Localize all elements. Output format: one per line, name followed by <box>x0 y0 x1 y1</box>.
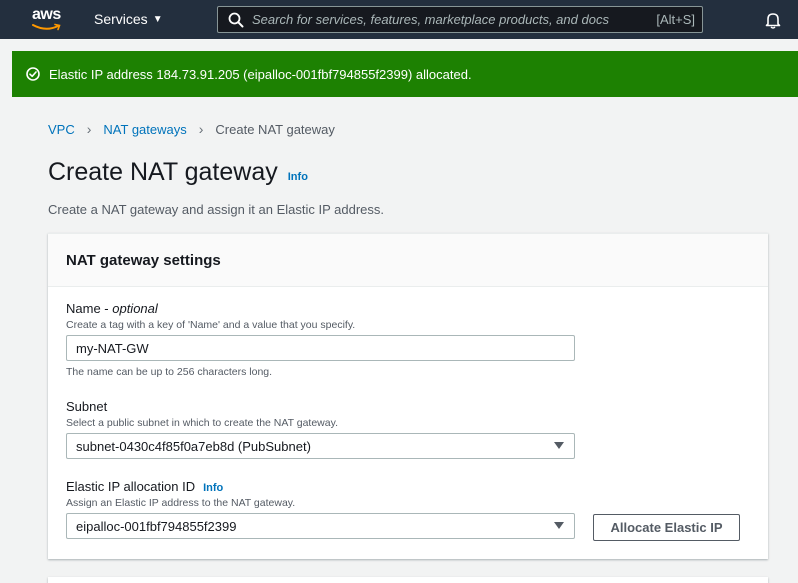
elastic-ip-info-link[interactable]: Info <box>203 482 223 494</box>
subnet-select[interactable]: subnet-0430c4f85f0a7eb8d (PubSubnet) <box>66 433 575 459</box>
services-label: Services <box>94 11 148 27</box>
name-field: Name - optional Create a tag with a key … <box>66 301 575 378</box>
name-label: Name - optional <box>66 301 158 316</box>
elastic-ip-select-value: eipalloc-001fbf794855f2399 <box>76 518 237 534</box>
panel-heading: NAT gateway settings <box>66 251 221 269</box>
name-hint: Create a tag with a key of 'Name' and a … <box>66 319 356 331</box>
aws-logo[interactable]: aws <box>32 6 66 33</box>
search-shortcut: [Alt+S] <box>656 12 695 27</box>
page-header: Create NAT gateway Info <box>48 158 308 187</box>
breadcrumb: VPC › NAT gateways › Create NAT gateway <box>48 121 335 137</box>
subnet-label: Subnet <box>66 399 108 414</box>
subnet-field: Subnet Select a public subnet in which t… <box>66 399 575 459</box>
elastic-ip-hint: Assign an Elastic IP address to the NAT … <box>66 497 296 509</box>
services-menu[interactable]: Services ▼ <box>94 11 163 27</box>
name-input-value: my-NAT-GW <box>76 340 149 356</box>
bell-icon[interactable] <box>764 11 782 29</box>
aws-smile-icon <box>32 23 61 31</box>
panel-header: NAT gateway settings <box>48 234 768 287</box>
check-circle-icon <box>26 67 40 81</box>
breadcrumb-current: Create NAT gateway <box>215 121 335 137</box>
success-flash-banner: Elastic IP address 184.73.91.205 (eipall… <box>12 51 798 97</box>
elastic-ip-select[interactable]: eipalloc-001fbf794855f2399 <box>66 513 575 539</box>
breadcrumb-vpc[interactable]: VPC <box>48 122 75 137</box>
name-constraint: The name can be up to 256 characters lon… <box>66 366 273 378</box>
elastic-ip-label: Elastic IP allocation ID Info <box>66 479 224 494</box>
aws-logo-text: aws <box>32 6 61 23</box>
elastic-ip-field: Elastic IP allocation ID Info Assign an E… <box>66 479 575 539</box>
dropdown-caret-icon <box>554 522 564 529</box>
search-icon <box>228 12 244 27</box>
page-title: Create NAT gateway <box>48 158 278 186</box>
optional-label: optional <box>112 301 158 316</box>
page-info-link[interactable]: Info <box>288 171 308 183</box>
nat-gateway-settings-panel: NAT gateway settings Name - optional Cre… <box>48 233 768 559</box>
subnet-hint: Select a public subnet in which to creat… <box>66 417 338 429</box>
search-placeholder: Search for services, features, marketpla… <box>252 12 609 27</box>
name-input[interactable]: my-NAT-GW <box>66 335 575 361</box>
chevron-right-icon: › <box>198 121 204 137</box>
chevron-right-icon: › <box>86 121 92 137</box>
top-navigation: aws Services ▼ Search for services, feat… <box>0 0 798 39</box>
page-description: Create a NAT gateway and assign it an El… <box>48 202 385 217</box>
next-panel-edge <box>48 577 768 583</box>
search-input[interactable]: Search for services, features, marketpla… <box>217 6 703 33</box>
flash-message: Elastic IP address 184.73.91.205 (eipall… <box>49 66 472 82</box>
caret-down-icon: ▼ <box>152 13 163 25</box>
subnet-select-value: subnet-0430c4f85f0a7eb8d (PubSubnet) <box>76 438 311 454</box>
allocate-elastic-ip-button[interactable]: Allocate Elastic IP <box>593 514 740 541</box>
breadcrumb-nat-gateways[interactable]: NAT gateways <box>103 122 186 137</box>
dropdown-caret-icon <box>554 442 564 449</box>
